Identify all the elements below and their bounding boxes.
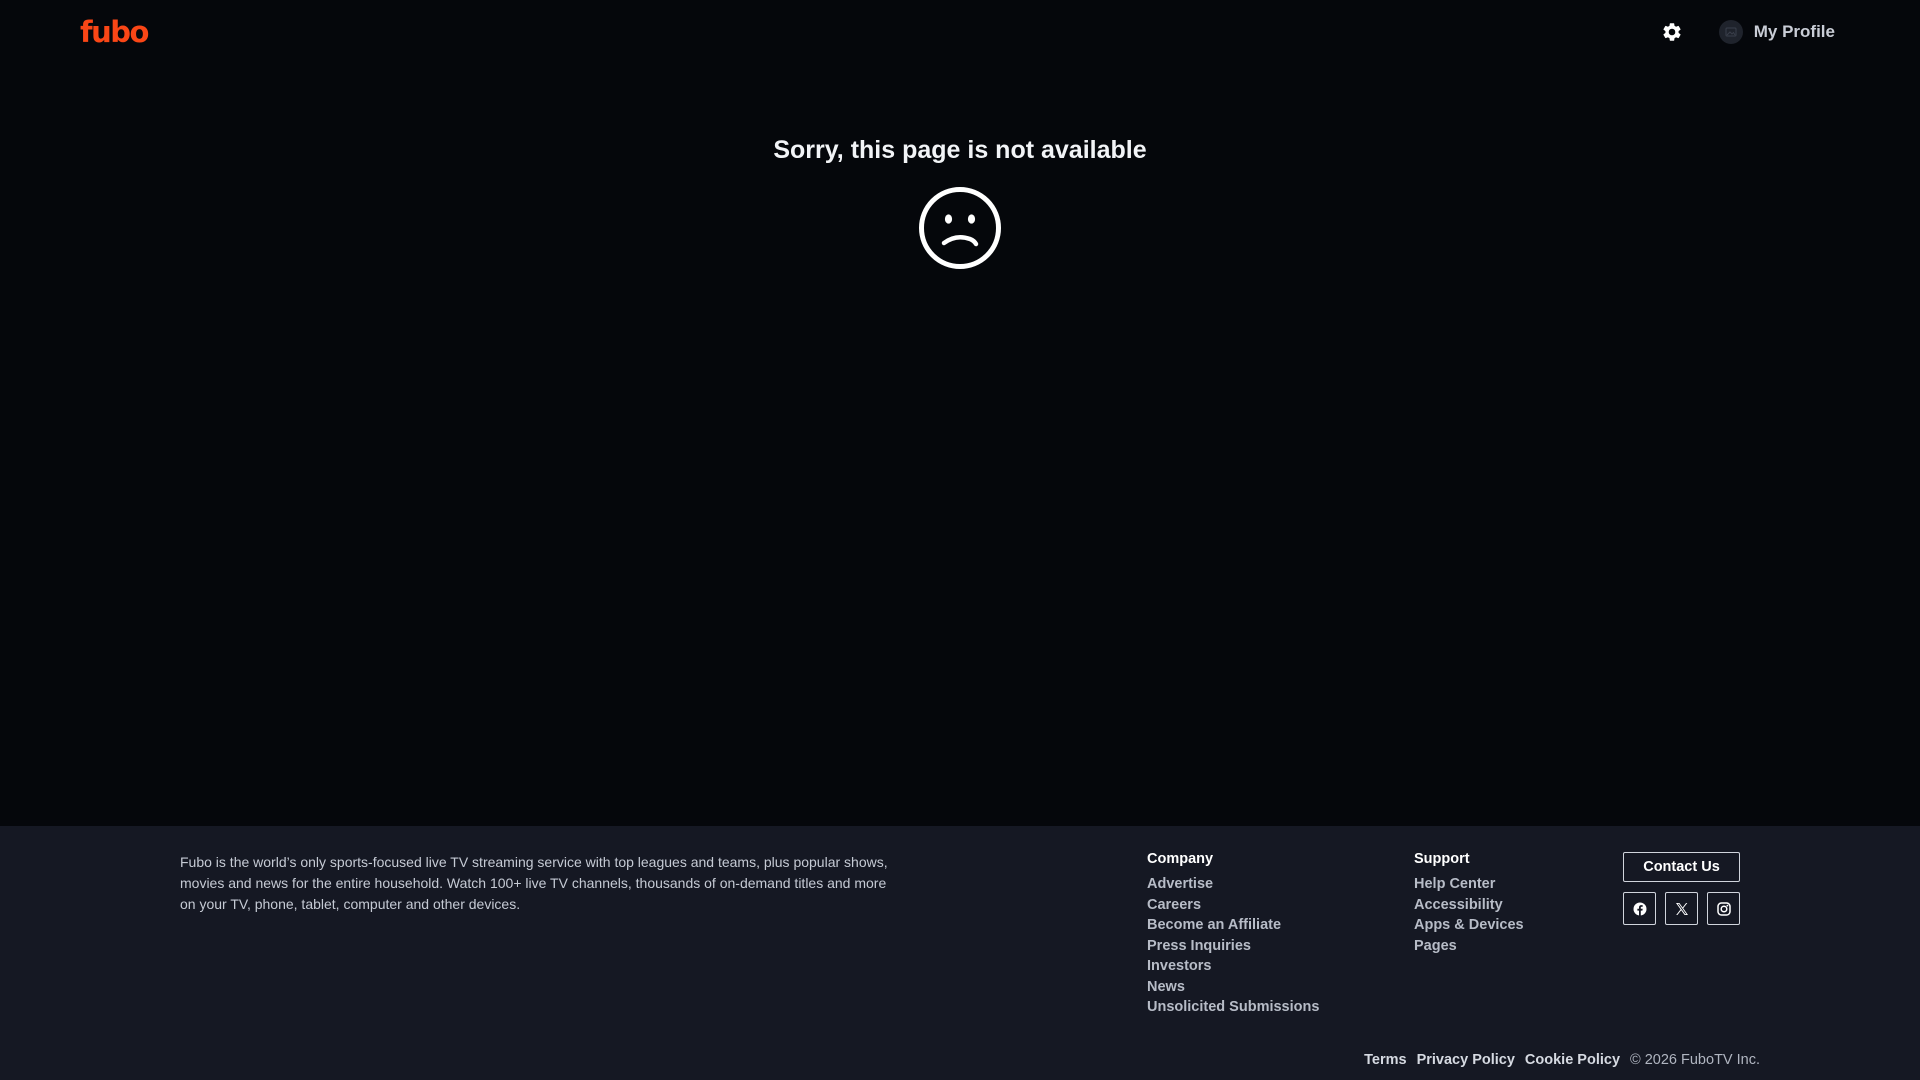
footer-link-apps-devices[interactable]: Apps & Devices [1414,915,1524,936]
footer-link-news[interactable]: News [1147,977,1319,998]
avatar-placeholder-icon [1725,27,1737,37]
sad-face-icon [919,187,1001,269]
header-actions: My Profile [1659,19,1840,45]
avatar [1718,20,1743,44]
settings-button[interactable] [1659,19,1685,45]
support-heading: Support [1414,851,1470,867]
footer-link-unsolicited-submissions[interactable]: Unsolicited Submissions [1147,997,1319,1018]
instagram-icon [1716,901,1731,916]
company-heading: Company [1147,851,1214,867]
social-links [1623,892,1740,925]
footer-link-pages[interactable]: Pages [1414,936,1524,957]
footer-link-accessibility[interactable]: Accessibility [1414,895,1524,916]
x-icon [1675,902,1688,915]
footer-description: Fubo is the world’s only sports-focused … [180,854,888,912]
main-content: Sorry, this page is not available [0,64,1920,826]
fubo-logo[interactable]: fubo [80,17,149,47]
facebook-button[interactable] [1623,892,1656,925]
cookie-policy-link[interactable]: Cookie Policy [1525,1052,1620,1068]
copyright-text: © 2026 FuboTV Inc. [1630,1052,1760,1068]
footer-link-press-inquiries[interactable]: Press Inquiries [1147,936,1319,957]
footer-link-advertise[interactable]: Advertise [1147,874,1319,895]
x-button[interactable] [1665,892,1698,925]
footer-link-investors[interactable]: Investors [1147,956,1319,977]
footer-link-become-affiliate[interactable]: Become an Affiliate [1147,915,1319,936]
my-profile-button[interactable]: My Profile [1718,20,1835,44]
footer-support-column: Support Help Center Accessibility Apps &… [1414,851,1524,956]
footer-link-careers[interactable]: Careers [1147,895,1319,916]
legal-links: Terms Privacy Policy Cookie Policy © 202… [1364,1052,1760,1068]
top-navigation-bar: fubo My Profile [0,0,1920,64]
gear-icon [1663,23,1681,41]
instagram-button[interactable] [1707,892,1740,925]
facebook-icon [1633,902,1646,916]
footer-link-help-center[interactable]: Help Center [1414,874,1524,895]
terms-link[interactable]: Terms [1364,1052,1406,1068]
page: fubo My Profile Sorry, this page is not … [0,0,1920,1080]
error-title: Sorry, this page is not available [773,136,1147,164]
contact-us-button[interactable]: Contact Us [1623,852,1740,882]
footer: Fubo is the world’s only sports-focused … [0,826,1920,1080]
my-profile-label: My Profile [1753,22,1835,41]
privacy-policy-link[interactable]: Privacy Policy [1417,1052,1515,1068]
footer-company-column: Company Advertise Careers Become an Affi… [1147,851,1319,1018]
